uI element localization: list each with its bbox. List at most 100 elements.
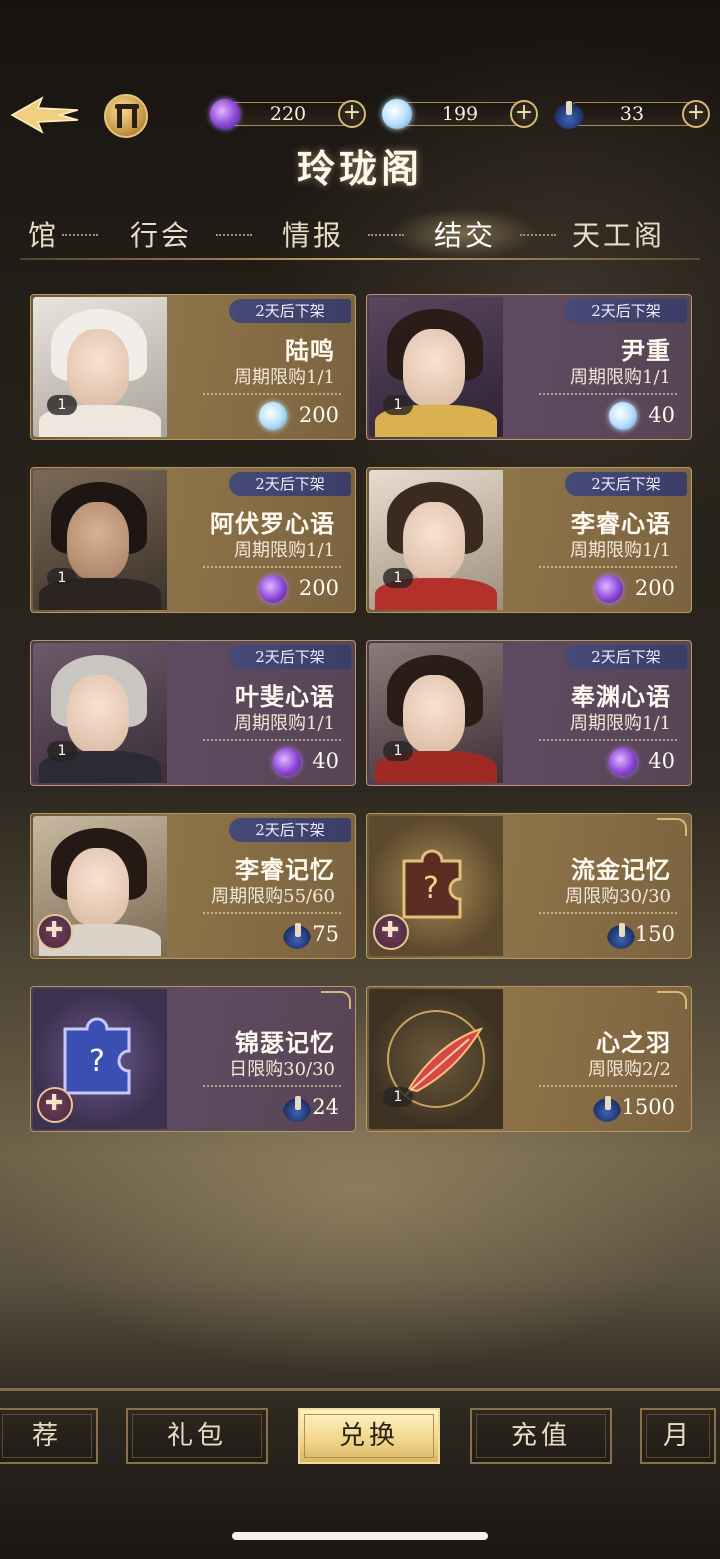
item-name: 尹重: [621, 336, 671, 365]
svg-text:?: ?: [89, 1044, 105, 1079]
resource-value: 220: [269, 103, 307, 125]
puzzle-piece-icon: [37, 914, 73, 950]
expiry-tag: 2天后下架: [229, 472, 351, 496]
character-portrait: [369, 470, 503, 610]
home-icon[interactable]: [104, 94, 148, 138]
tab-guan[interactable]: 馆: [28, 214, 59, 254]
page-title: 玲珑阁: [296, 146, 423, 191]
shop-item-card[interactable]: 1 2天后下架 奉渊心语 周期限购1/1 40: [366, 640, 692, 786]
price-value: 200: [298, 576, 339, 600]
item-name: 李睿记忆: [235, 855, 335, 884]
purchase-limit: 周期限购1/1: [234, 713, 335, 734]
purple-gem-icon: [273, 748, 301, 776]
bottom-tab-recommend[interactable]: 荐: [0, 1408, 98, 1464]
blue-vial-icon: [607, 921, 635, 949]
bottom-tab-monthly[interactable]: 月: [640, 1408, 716, 1464]
item-price: 1500: [593, 1093, 675, 1123]
shop-item-card[interactable]: 1 心之羽 周限购2/2 1500: [366, 986, 692, 1132]
price-value: 24: [312, 1095, 339, 1119]
character-portrait: [33, 297, 167, 437]
home-indicator[interactable]: [232, 1532, 488, 1540]
item-image: [369, 989, 503, 1129]
puzzle-piece-icon: [373, 914, 409, 950]
purple-gem-icon: [259, 575, 287, 603]
item-name: 奉渊心语: [571, 682, 671, 711]
item-price: 40: [609, 401, 675, 431]
item-name: 叶斐心语: [235, 682, 335, 711]
expiry-tag: 2天后下架: [229, 818, 351, 842]
item-price: 75: [283, 920, 339, 950]
category-tabs: 馆 行会 情报 结交 天工阁: [0, 208, 720, 260]
item-price: 150: [607, 920, 675, 950]
resource-water-drop: 199 +: [382, 99, 538, 129]
shop-item-card[interactable]: 1 2天后下架 李睿心语 周期限购1/1 200: [366, 467, 692, 613]
price-value: 40: [312, 749, 339, 773]
purchase-limit: 周期限购55/60: [211, 886, 335, 907]
bottom-tab-gift-pack[interactable]: 礼包: [126, 1408, 268, 1464]
shop-item-card[interactable]: 1 2天后下架 叶斐心语 周期限购1/1 40: [30, 640, 356, 786]
bottom-tab-recharge[interactable]: 充值: [470, 1408, 612, 1464]
expiry-tag: 2天后下架: [565, 645, 687, 669]
shop-item-card[interactable]: 2天后下架 李睿记忆 周期限购55/60 75: [30, 813, 356, 959]
blue-vial-icon: [283, 1094, 311, 1122]
purchase-limit: 周期限购1/1: [234, 540, 335, 561]
svg-text:?: ?: [423, 871, 439, 906]
shop-item-card[interactable]: ? 锦瑟记忆 日限购30/30 24: [30, 986, 356, 1132]
character-portrait: [369, 643, 503, 783]
item-count-badge: 1: [383, 568, 413, 588]
shop-item-card[interactable]: 1 2天后下架 陆鸣 周期限购1/1 200: [30, 294, 356, 440]
resource-value: 33: [619, 103, 645, 125]
expiry-tag: 2天后下架: [565, 472, 687, 496]
item-count-badge: 1: [383, 1087, 413, 1107]
item-price: 40: [609, 747, 675, 777]
item-name: 陆鸣: [285, 336, 335, 365]
add-purple-gem-button[interactable]: +: [338, 100, 366, 128]
purchase-limit: 周限购2/2: [588, 1059, 671, 1080]
item-price: 40: [273, 747, 339, 777]
purple-gem-icon: [595, 575, 623, 603]
resource-value: 199: [441, 103, 479, 125]
price-value: 150: [634, 922, 675, 946]
character-portrait: [33, 470, 167, 610]
item-name: 阿伏罗心语: [210, 509, 335, 538]
price-value: 200: [634, 576, 675, 600]
water-drop-icon: [382, 99, 412, 129]
item-name: 流金记忆: [571, 855, 671, 884]
purchase-limit: 周期限购1/1: [570, 540, 671, 561]
item-name: 心之羽: [596, 1028, 671, 1057]
item-name: 锦瑟记忆: [235, 1028, 335, 1057]
back-arrow-icon[interactable]: [8, 92, 82, 138]
tab-friendship[interactable]: 结交: [434, 214, 496, 254]
purchase-limit: 周期限购1/1: [234, 367, 335, 388]
character-portrait: [369, 297, 503, 437]
shop-item-card[interactable]: 1 2天后下架 阿伏罗心语 周期限购1/1 200: [30, 467, 356, 613]
item-price: 200: [595, 574, 675, 604]
tab-guild[interactable]: 行会: [130, 214, 192, 254]
resource-purple-gem: 220 +: [210, 99, 366, 129]
add-blue-vial-button[interactable]: +: [682, 100, 710, 128]
purple-gem-icon: [210, 99, 240, 129]
bottom-tab-exchange[interactable]: 兑换: [298, 1408, 440, 1464]
blue-vial-icon: [283, 921, 311, 949]
item-count-badge: 1: [47, 741, 77, 761]
blue-vial-icon: [554, 99, 584, 129]
item-count-badge: 1: [47, 395, 77, 415]
item-count-badge: 1: [47, 568, 77, 588]
tab-tiangong[interactable]: 天工阁: [572, 214, 665, 254]
character-portrait: [33, 643, 167, 783]
price-value: 40: [648, 749, 675, 773]
price-value: 75: [312, 922, 339, 946]
purchase-limit: 周期限购1/1: [570, 713, 671, 734]
item-count-badge: 1: [383, 741, 413, 761]
expiry-tag: 2天后下架: [565, 299, 687, 323]
purple-gem-icon: [609, 748, 637, 776]
item-name: 李睿心语: [571, 509, 671, 538]
price-value: 200: [298, 403, 339, 427]
price-value: 1500: [621, 1095, 675, 1119]
add-water-drop-button[interactable]: +: [510, 100, 538, 128]
shop-item-card[interactable]: 1 2天后下架 尹重 周期限购1/1 40: [366, 294, 692, 440]
shop-item-card[interactable]: ? 流金记忆 周限购30/30 150: [366, 813, 692, 959]
puzzle-piece-icon: [37, 1087, 73, 1123]
tab-intel[interactable]: 情报: [282, 214, 344, 254]
purchase-limit: 日限购30/30: [229, 1059, 335, 1080]
